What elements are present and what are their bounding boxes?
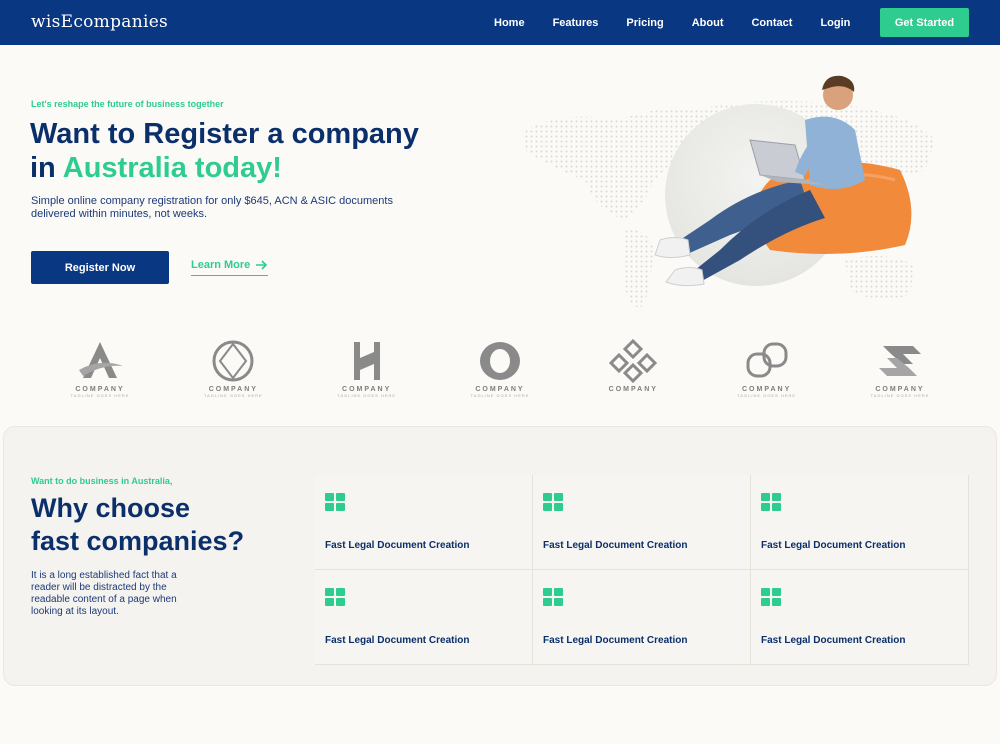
diamond-petal-icon — [212, 340, 254, 382]
client-logo-5: COMPANY — [593, 338, 673, 408]
feature-card: Fast Legal Document Creation — [315, 570, 533, 665]
feature-card: Fast Legal Document Creation — [751, 475, 969, 570]
feature-card: Fast Legal Document Creation — [533, 475, 751, 570]
grid-icon — [761, 493, 781, 511]
grid-icon — [543, 588, 563, 606]
client-logo-7: COMPANY TAGLINE GOES HERE — [860, 338, 940, 408]
nav-link-home[interactable]: Home — [494, 17, 525, 29]
triangle-swoosh-icon — [79, 342, 123, 378]
grid-icon — [761, 588, 781, 606]
learn-more-label: Learn More — [191, 259, 251, 271]
diamond-grid-icon — [609, 338, 658, 384]
client-logo-tagline: TAGLINE GOES HERE — [870, 393, 930, 398]
client-logo-tagline: TAGLINE GOES HERE — [470, 393, 530, 398]
nav-link-contact[interactable]: Contact — [751, 17, 792, 29]
feature-card: Fast Legal Document Creation — [533, 570, 751, 665]
hero-title: Want to Register a company in Australia … — [30, 117, 460, 185]
learn-more-link[interactable]: Learn More — [191, 259, 269, 276]
top-navbar: wisEcompanies Home Features Pricing Abou… — [0, 0, 1000, 45]
nav-link-about[interactable]: About — [692, 17, 724, 29]
feature-label: Fast Legal Document Creation — [761, 635, 906, 646]
why-title-line1: Why choose — [31, 493, 191, 523]
client-logo-tagline: TAGLINE GOES HERE — [337, 393, 397, 398]
hero-title-line1: Want to Register a company — [30, 118, 419, 150]
client-logo-name: COMPANY — [608, 386, 658, 393]
man-with-laptop-illustration — [654, 75, 912, 287]
client-logo-3: COMPANY TAGLINE GOES HERE — [327, 338, 407, 408]
hero-description: Simple online company registration for o… — [31, 195, 393, 220]
client-logo-name: COMPANY — [208, 386, 258, 393]
h-letter-icon — [353, 342, 380, 380]
feature-label: Fast Legal Document Creation — [543, 540, 688, 551]
why-title-line2: fast companies? — [31, 526, 245, 556]
why-title: Why choose fast companies? — [31, 492, 291, 558]
feature-label: Fast Legal Document Creation — [543, 635, 688, 646]
feature-label: Fast Legal Document Creation — [325, 635, 470, 646]
client-logo-4: COMPANY TAGLINE GOES HERE — [460, 338, 540, 408]
why-description: It is a long established fact that a rea… — [31, 570, 177, 617]
why-eyebrow: Want to do business in Australia, — [31, 476, 173, 486]
arrow-right-icon — [256, 260, 268, 270]
nav-link-features[interactable]: Features — [553, 17, 599, 29]
client-logo-tagline: TAGLINE GOES HERE — [203, 393, 263, 398]
linked-squares-icon — [746, 342, 788, 378]
get-started-button[interactable]: Get Started — [880, 8, 969, 37]
client-logo-name: COMPANY — [342, 386, 392, 393]
grid-icon — [543, 493, 563, 511]
feature-grid: Fast Legal Document Creation Fast Legal … — [315, 475, 969, 665]
feature-card: Fast Legal Document Creation — [751, 570, 969, 665]
feature-label: Fast Legal Document Creation — [761, 540, 906, 551]
ring-hexagon-icon — [479, 342, 520, 380]
client-logo-name: COMPANY — [475, 386, 525, 393]
client-logo-name: COMPANY — [75, 386, 125, 393]
site-logo[interactable]: wisEcompanies — [31, 12, 168, 32]
grid-icon — [325, 493, 345, 511]
hero-title-line2-prefix: in — [30, 152, 63, 184]
hero-title-accent: Australia today! — [62, 152, 282, 184]
client-logo-6: COMPANY TAGLINE GOES HERE — [727, 338, 807, 408]
client-logo-1: COMPANY TAGLINE GOES HERE — [60, 338, 140, 408]
feature-label: Fast Legal Document Creation — [325, 540, 470, 551]
client-logo-name: COMPANY — [875, 386, 925, 393]
client-logo-tagline: TAGLINE GOES HERE — [737, 393, 796, 398]
grid-icon — [325, 588, 345, 606]
client-logo-name: COMPANY — [742, 386, 792, 393]
client-logo-2: COMPANY TAGLINE GOES HERE — [193, 338, 273, 408]
nav-link-pricing[interactable]: Pricing — [626, 17, 663, 29]
client-logo-tagline: TAGLINE GOES HERE — [70, 393, 130, 398]
s-chevron-icon — [878, 346, 921, 376]
client-logos: COMPANY TAGLINE GOES HERE COMPANY TAGLIN… — [60, 338, 940, 408]
register-now-button[interactable]: Register Now — [31, 251, 169, 284]
nav-links: Home Features Pricing About Contact Logi… — [494, 0, 878, 45]
feature-card: Fast Legal Document Creation — [315, 475, 533, 570]
hero-eyebrow: Let's reshape the future of business tog… — [31, 99, 224, 109]
nav-link-login[interactable]: Login — [820, 17, 850, 29]
